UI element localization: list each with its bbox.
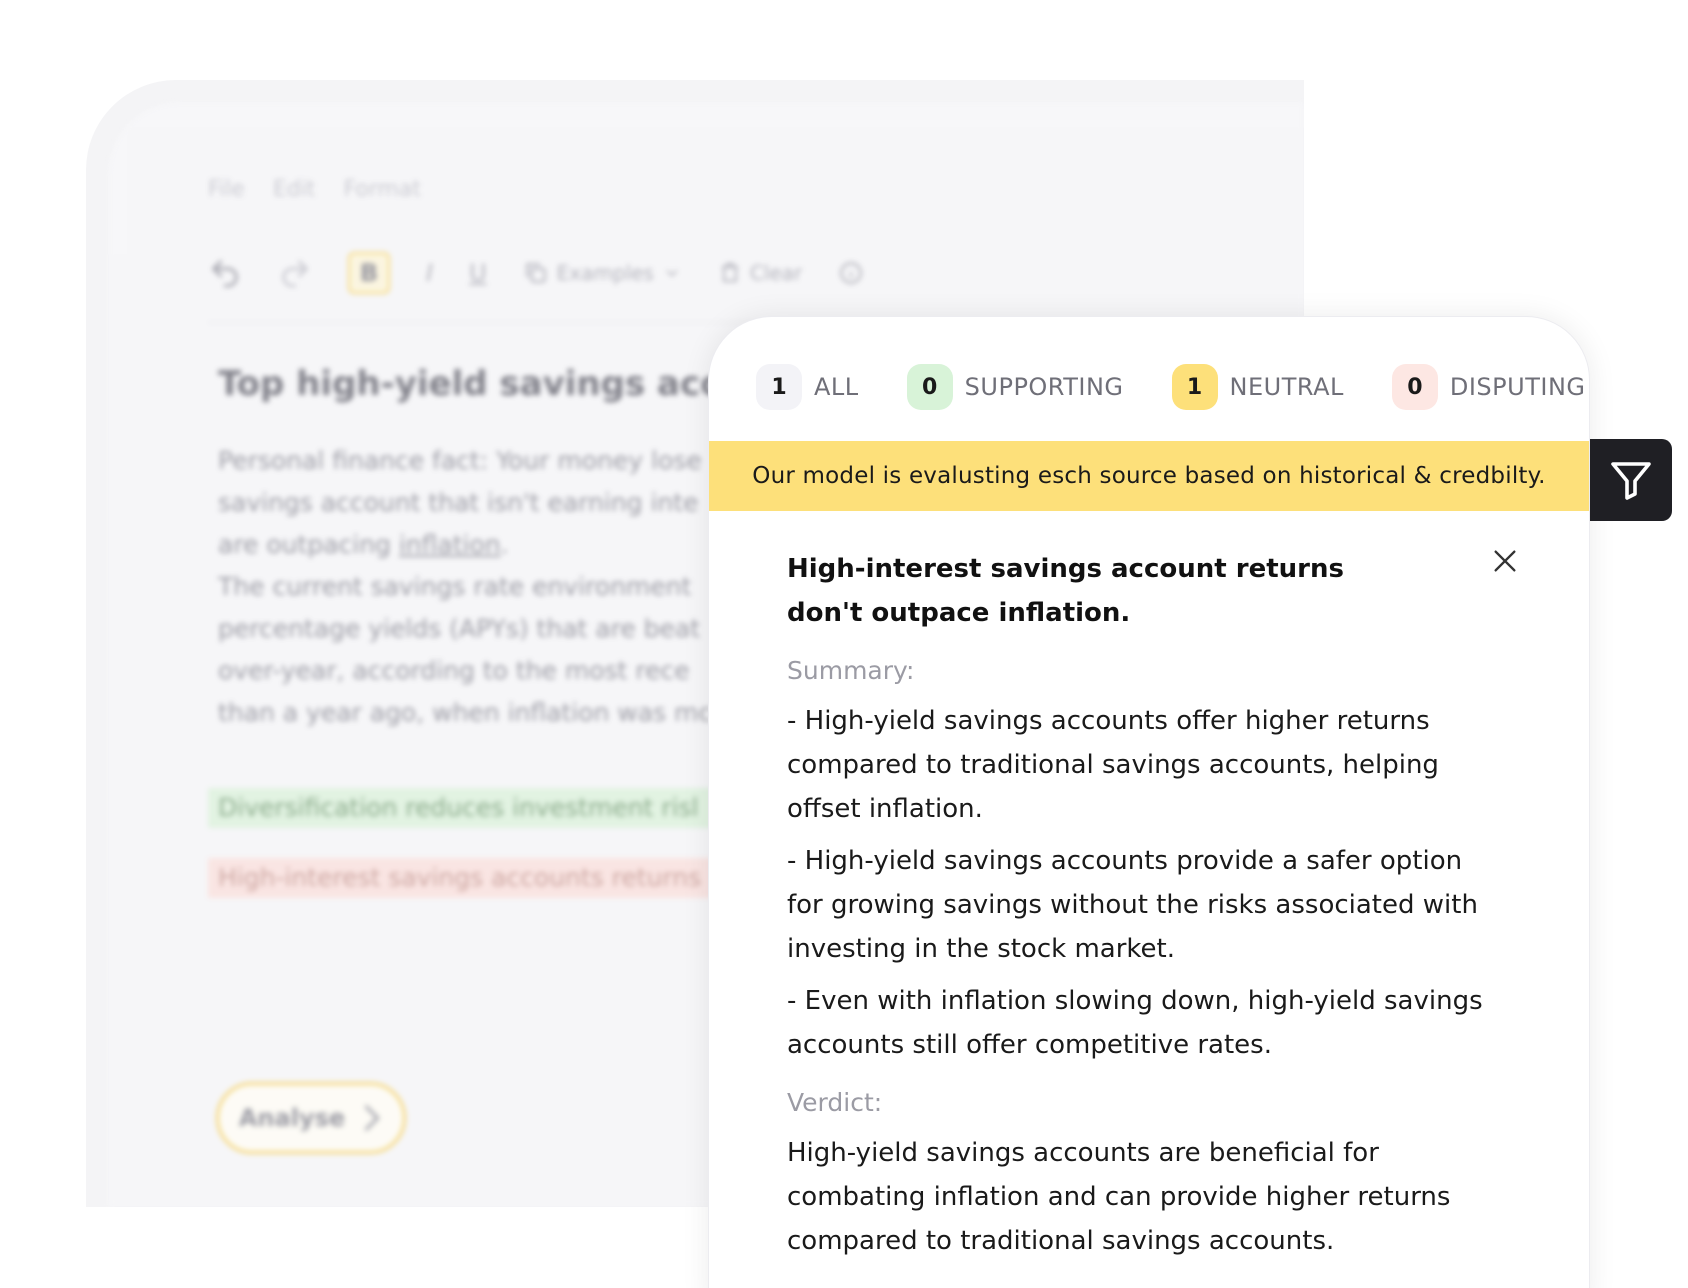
tab-neutral-count: 1 [1171,364,1218,410]
menu-file[interactable]: File [208,177,245,202]
tab-all-count: 1 [756,364,802,410]
document-title[interactable]: Top high-yield savings accou [218,364,768,404]
format-toolbar: B I U Examples Clear [208,252,864,294]
clear-button[interactable]: Clear [718,261,802,285]
tab-supporting-count: 0 [906,364,953,410]
tab-disputing-count: 0 [1391,364,1438,410]
clear-label: Clear [749,261,803,285]
bold-button[interactable]: B [348,252,390,294]
evaluation-banner: Our model is evalusting esch source base… [709,441,1589,511]
tab-disputing-label: DISPUTING [1449,373,1586,401]
filter-icon [1611,462,1651,500]
inflation-link[interactable]: inflation [399,530,501,559]
analyse-label: Analyse [238,1104,346,1132]
chevron-right-icon [365,1105,380,1131]
summary-item: - High-yield savings accounts provide a … [787,846,1478,964]
close-icon[interactable] [1489,545,1521,577]
copy-icon [525,263,546,283]
chevron-down-icon [666,269,678,277]
tab-all[interactable]: 1 ALL [756,364,859,410]
body-text: are outpacing [218,530,399,559]
verdict-label: Verdict: [787,1088,883,1117]
menu-edit[interactable]: Edit [273,177,316,202]
info-icon[interactable] [838,260,864,286]
body-text: . [500,530,509,559]
tab-all-label: ALL [814,373,859,401]
examples-dropdown[interactable]: Examples [523,260,682,286]
menu-bar: File Edit Format [208,177,421,202]
redo-icon[interactable] [278,256,312,290]
summary-label: Summary: [787,656,915,685]
summary-item: - High-yield savings accounts offer high… [787,706,1439,824]
underline-button[interactable]: U [469,259,487,287]
menu-format[interactable]: Format [343,177,421,202]
examples-label: Examples [556,261,654,285]
tab-neutral[interactable]: 1 NEUTRAL [1171,364,1344,410]
analyse-button[interactable]: Analyse [216,1082,406,1154]
summary-item: - Even with inflation slowing down, high… [787,986,1483,1060]
filter-tabs: 1 ALL 0 SUPPORTING 1 NEUTRAL 0 DISPUTING [756,364,1586,410]
undo-icon[interactable] [208,256,242,290]
italic-button[interactable]: I [426,259,433,287]
claim-title: High-interest savings account returns do… [787,554,1344,628]
tab-neutral-label: NEUTRAL [1229,373,1344,401]
verdict-text: High-yield savings accounts are benefici… [787,1138,1451,1256]
trash-icon [721,263,738,282]
tab-disputing[interactable]: 0 DISPUTING [1391,364,1586,410]
tab-supporting[interactable]: 0 SUPPORTING [906,364,1124,410]
filter-button[interactable] [1590,439,1672,521]
claim-detail: High-interest savings account returns do… [787,547,1487,1263]
fact-check-panel: 1 ALL 0 SUPPORTING 1 NEUTRAL 0 DISPUTING… [708,316,1590,1288]
tab-supporting-label: SUPPORTING [964,373,1124,401]
